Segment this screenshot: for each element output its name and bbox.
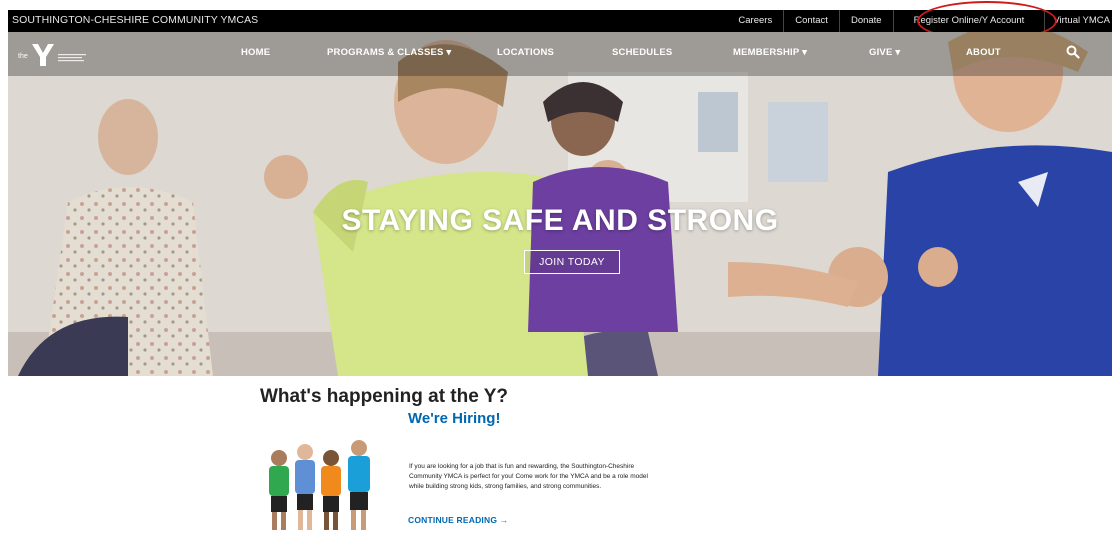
nav-about[interactable]: ABOUT bbox=[966, 47, 1001, 58]
nav-give-label: GIVE bbox=[869, 47, 893, 58]
hero-title: STAYING SAFE AND STRONG bbox=[341, 204, 779, 237]
nav-programs-label: PROGRAMS & CLASSES bbox=[327, 47, 444, 58]
svg-text:the: the bbox=[18, 53, 28, 60]
news-article-body: If you are looking for a job that is fun… bbox=[409, 463, 648, 490]
nav-programs-classes[interactable]: PROGRAMS & CLASSES ▾ bbox=[327, 47, 451, 58]
nav-locations[interactable]: LOCATIONS bbox=[497, 47, 554, 58]
contact-link[interactable]: Contact bbox=[783, 10, 839, 32]
search-icon[interactable] bbox=[1066, 45, 1080, 59]
nav-schedules[interactable]: SCHEDULES bbox=[612, 47, 672, 58]
chevron-down-icon: ▾ bbox=[446, 47, 452, 58]
nav-home[interactable]: HOME bbox=[241, 47, 270, 58]
join-today-button[interactable]: JOIN TODAY bbox=[524, 250, 620, 274]
nav-give[interactable]: GIVE ▾ bbox=[869, 47, 900, 58]
main-nav: the HOME PROGRAMS & CLASSES ▾ LOCATIONS … bbox=[8, 32, 1112, 76]
site-name[interactable]: SOUTHINGTON-CHESHIRE COMMUNITY YMCAS bbox=[12, 14, 258, 26]
ymca-logo[interactable]: the bbox=[18, 40, 88, 68]
hiring-photo[interactable] bbox=[261, 438, 383, 536]
nav-membership-label: MEMBERSHIP bbox=[733, 47, 800, 58]
news-heading: What's happening at the Y? bbox=[260, 386, 509, 407]
hero-banner: the HOME PROGRAMS & CLASSES ▾ LOCATIONS … bbox=[8, 32, 1112, 376]
careers-link[interactable]: Careers bbox=[727, 10, 783, 32]
continue-reading-link[interactable]: CONTINUE READING → bbox=[408, 515, 508, 525]
chevron-down-icon: ▾ bbox=[895, 47, 901, 58]
donate-link[interactable]: Donate bbox=[838, 10, 893, 32]
news-article-title[interactable]: We're Hiring! bbox=[408, 410, 500, 427]
chevron-down-icon: ▾ bbox=[802, 47, 808, 58]
arrow-right-icon: → bbox=[499, 515, 509, 525]
nav-membership[interactable]: MEMBERSHIP ▾ bbox=[733, 47, 807, 58]
continue-reading-label: CONTINUE READING bbox=[408, 515, 498, 525]
